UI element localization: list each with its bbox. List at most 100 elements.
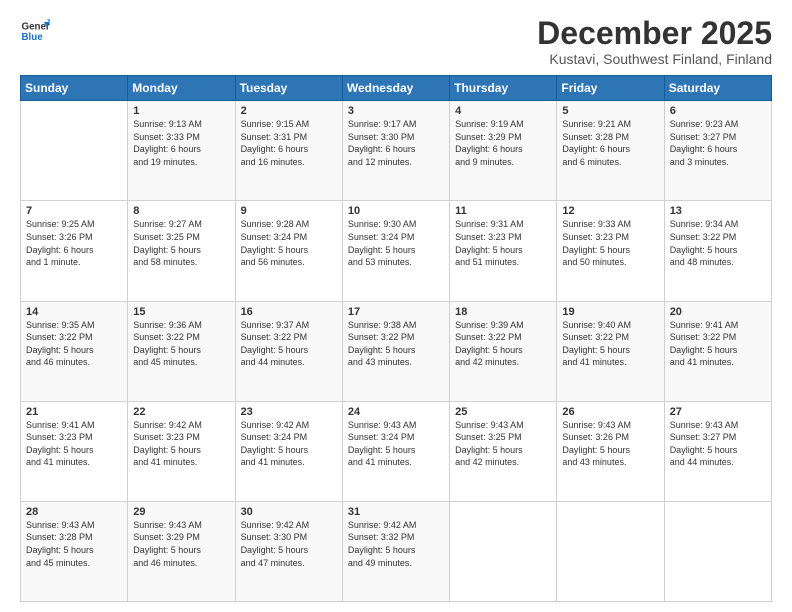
col-sunday: Sunday — [21, 76, 128, 101]
calendar-cell: 8Sunrise: 9:27 AM Sunset: 3:25 PM Daylig… — [128, 201, 235, 301]
day-number: 28 — [26, 506, 122, 518]
calendar-cell: 4Sunrise: 9:19 AM Sunset: 3:29 PM Daylig… — [450, 101, 557, 201]
calendar-cell: 18Sunrise: 9:39 AM Sunset: 3:22 PM Dayli… — [450, 301, 557, 401]
col-thursday: Thursday — [450, 76, 557, 101]
day-info: Sunrise: 9:36 AM Sunset: 3:22 PM Dayligh… — [133, 319, 229, 369]
day-info: Sunrise: 9:23 AM Sunset: 3:27 PM Dayligh… — [670, 118, 766, 168]
calendar-week-5: 28Sunrise: 9:43 AM Sunset: 3:28 PM Dayli… — [21, 501, 772, 601]
calendar-cell: 24Sunrise: 9:43 AM Sunset: 3:24 PM Dayli… — [342, 401, 449, 501]
calendar-cell: 6Sunrise: 9:23 AM Sunset: 3:27 PM Daylig… — [664, 101, 771, 201]
day-number: 6 — [670, 105, 766, 117]
day-info: Sunrise: 9:19 AM Sunset: 3:29 PM Dayligh… — [455, 118, 551, 168]
day-number: 31 — [348, 506, 444, 518]
day-info: Sunrise: 9:43 AM Sunset: 3:27 PM Dayligh… — [670, 419, 766, 469]
calendar-cell: 28Sunrise: 9:43 AM Sunset: 3:28 PM Dayli… — [21, 501, 128, 601]
day-number: 3 — [348, 105, 444, 117]
day-number: 10 — [348, 205, 444, 217]
calendar-cell: 22Sunrise: 9:42 AM Sunset: 3:23 PM Dayli… — [128, 401, 235, 501]
day-number: 9 — [241, 205, 337, 217]
day-info: Sunrise: 9:33 AM Sunset: 3:23 PM Dayligh… — [562, 218, 658, 268]
calendar-cell: 7Sunrise: 9:25 AM Sunset: 3:26 PM Daylig… — [21, 201, 128, 301]
day-number: 22 — [133, 406, 229, 418]
day-info: Sunrise: 9:42 AM Sunset: 3:32 PM Dayligh… — [348, 519, 444, 569]
calendar-header-row: Sunday Monday Tuesday Wednesday Thursday… — [21, 76, 772, 101]
calendar-week-4: 21Sunrise: 9:41 AM Sunset: 3:23 PM Dayli… — [21, 401, 772, 501]
calendar-cell: 31Sunrise: 9:42 AM Sunset: 3:32 PM Dayli… — [342, 501, 449, 601]
calendar-cell: 26Sunrise: 9:43 AM Sunset: 3:26 PM Dayli… — [557, 401, 664, 501]
calendar-cell: 19Sunrise: 9:40 AM Sunset: 3:22 PM Dayli… — [557, 301, 664, 401]
calendar-cell: 16Sunrise: 9:37 AM Sunset: 3:22 PM Dayli… — [235, 301, 342, 401]
calendar-cell: 21Sunrise: 9:41 AM Sunset: 3:23 PM Dayli… — [21, 401, 128, 501]
calendar-cell — [664, 501, 771, 601]
col-saturday: Saturday — [664, 76, 771, 101]
day-number: 11 — [455, 205, 551, 217]
logo-icon: General Blue — [20, 16, 50, 46]
day-number: 20 — [670, 306, 766, 318]
calendar-cell: 5Sunrise: 9:21 AM Sunset: 3:28 PM Daylig… — [557, 101, 664, 201]
day-info: Sunrise: 9:42 AM Sunset: 3:24 PM Dayligh… — [241, 419, 337, 469]
day-info: Sunrise: 9:42 AM Sunset: 3:30 PM Dayligh… — [241, 519, 337, 569]
calendar-cell — [21, 101, 128, 201]
day-number: 12 — [562, 205, 658, 217]
main-title: December 2025 — [537, 16, 772, 51]
calendar-cell — [557, 501, 664, 601]
day-info: Sunrise: 9:25 AM Sunset: 3:26 PM Dayligh… — [26, 218, 122, 268]
day-info: Sunrise: 9:30 AM Sunset: 3:24 PM Dayligh… — [348, 218, 444, 268]
day-info: Sunrise: 9:43 AM Sunset: 3:26 PM Dayligh… — [562, 419, 658, 469]
day-info: Sunrise: 9:21 AM Sunset: 3:28 PM Dayligh… — [562, 118, 658, 168]
day-number: 2 — [241, 105, 337, 117]
day-info: Sunrise: 9:35 AM Sunset: 3:22 PM Dayligh… — [26, 319, 122, 369]
day-info: Sunrise: 9:39 AM Sunset: 3:22 PM Dayligh… — [455, 319, 551, 369]
day-number: 13 — [670, 205, 766, 217]
day-number: 17 — [348, 306, 444, 318]
day-info: Sunrise: 9:43 AM Sunset: 3:24 PM Dayligh… — [348, 419, 444, 469]
calendar-cell: 1Sunrise: 9:13 AM Sunset: 3:33 PM Daylig… — [128, 101, 235, 201]
day-info: Sunrise: 9:41 AM Sunset: 3:23 PM Dayligh… — [26, 419, 122, 469]
day-info: Sunrise: 9:13 AM Sunset: 3:33 PM Dayligh… — [133, 118, 229, 168]
calendar-cell: 30Sunrise: 9:42 AM Sunset: 3:30 PM Dayli… — [235, 501, 342, 601]
day-number: 8 — [133, 205, 229, 217]
day-number: 27 — [670, 406, 766, 418]
header: General Blue December 2025 Kustavi, Sout… — [20, 16, 772, 67]
calendar-cell — [450, 501, 557, 601]
day-info: Sunrise: 9:43 AM Sunset: 3:25 PM Dayligh… — [455, 419, 551, 469]
logo: General Blue — [20, 16, 50, 46]
calendar-cell: 9Sunrise: 9:28 AM Sunset: 3:24 PM Daylig… — [235, 201, 342, 301]
day-info: Sunrise: 9:41 AM Sunset: 3:22 PM Dayligh… — [670, 319, 766, 369]
calendar-cell: 27Sunrise: 9:43 AM Sunset: 3:27 PM Dayli… — [664, 401, 771, 501]
day-number: 24 — [348, 406, 444, 418]
calendar-cell: 14Sunrise: 9:35 AM Sunset: 3:22 PM Dayli… — [21, 301, 128, 401]
day-info: Sunrise: 9:37 AM Sunset: 3:22 PM Dayligh… — [241, 319, 337, 369]
day-info: Sunrise: 9:40 AM Sunset: 3:22 PM Dayligh… — [562, 319, 658, 369]
day-number: 16 — [241, 306, 337, 318]
calendar-week-1: 1Sunrise: 9:13 AM Sunset: 3:33 PM Daylig… — [21, 101, 772, 201]
day-number: 26 — [562, 406, 658, 418]
day-info: Sunrise: 9:27 AM Sunset: 3:25 PM Dayligh… — [133, 218, 229, 268]
day-number: 19 — [562, 306, 658, 318]
title-section: December 2025 Kustavi, Southwest Finland… — [537, 16, 772, 67]
day-number: 4 — [455, 105, 551, 117]
day-number: 25 — [455, 406, 551, 418]
day-info: Sunrise: 9:31 AM Sunset: 3:23 PM Dayligh… — [455, 218, 551, 268]
calendar-cell: 11Sunrise: 9:31 AM Sunset: 3:23 PM Dayli… — [450, 201, 557, 301]
calendar-cell: 10Sunrise: 9:30 AM Sunset: 3:24 PM Dayli… — [342, 201, 449, 301]
calendar-cell: 23Sunrise: 9:42 AM Sunset: 3:24 PM Dayli… — [235, 401, 342, 501]
day-number: 18 — [455, 306, 551, 318]
day-number: 1 — [133, 105, 229, 117]
calendar-cell: 25Sunrise: 9:43 AM Sunset: 3:25 PM Dayli… — [450, 401, 557, 501]
day-info: Sunrise: 9:38 AM Sunset: 3:22 PM Dayligh… — [348, 319, 444, 369]
day-number: 7 — [26, 205, 122, 217]
day-number: 29 — [133, 506, 229, 518]
calendar-cell: 3Sunrise: 9:17 AM Sunset: 3:30 PM Daylig… — [342, 101, 449, 201]
subtitle: Kustavi, Southwest Finland, Finland — [537, 51, 772, 67]
calendar-cell: 12Sunrise: 9:33 AM Sunset: 3:23 PM Dayli… — [557, 201, 664, 301]
calendar-table: Sunday Monday Tuesday Wednesday Thursday… — [20, 75, 772, 602]
day-info: Sunrise: 9:42 AM Sunset: 3:23 PM Dayligh… — [133, 419, 229, 469]
day-info: Sunrise: 9:28 AM Sunset: 3:24 PM Dayligh… — [241, 218, 337, 268]
calendar-cell: 17Sunrise: 9:38 AM Sunset: 3:22 PM Dayli… — [342, 301, 449, 401]
calendar-cell: 13Sunrise: 9:34 AM Sunset: 3:22 PM Dayli… — [664, 201, 771, 301]
col-tuesday: Tuesday — [235, 76, 342, 101]
svg-text:Blue: Blue — [22, 32, 44, 43]
day-number: 15 — [133, 306, 229, 318]
col-wednesday: Wednesday — [342, 76, 449, 101]
